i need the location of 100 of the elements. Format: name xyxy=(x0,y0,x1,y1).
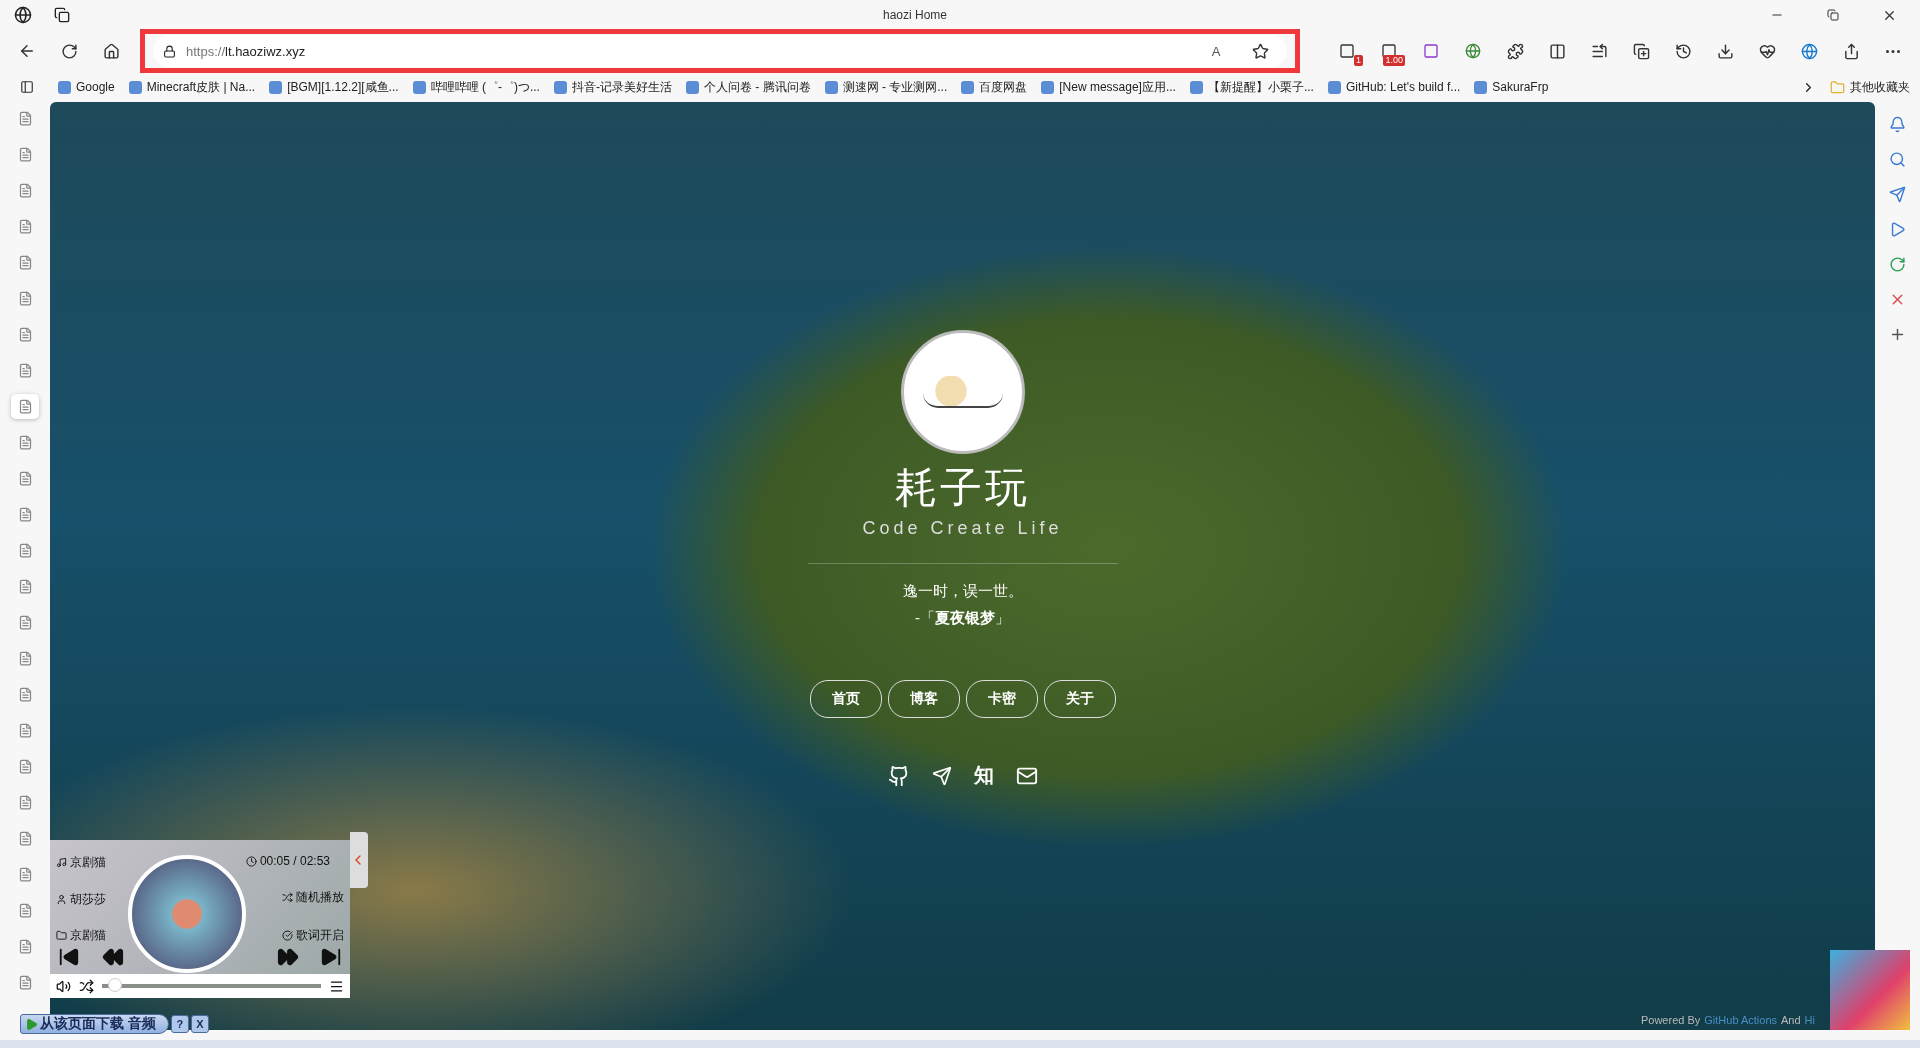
playlist-icon[interactable] xyxy=(329,978,344,994)
favicon-icon xyxy=(412,80,426,94)
skip-forward-icon[interactable] xyxy=(320,946,342,968)
page-icon xyxy=(17,147,33,162)
bookmark-link[interactable]: Google xyxy=(58,80,115,94)
share-icon xyxy=(1842,42,1860,60)
tab-actions-icon xyxy=(54,7,70,23)
shuffle-icon[interactable] xyxy=(79,978,94,994)
favicon-icon xyxy=(824,80,838,94)
play-time: 00:05 / 02:53 xyxy=(245,854,330,868)
search-icon xyxy=(1889,151,1906,168)
volume-icon[interactable] xyxy=(56,978,71,994)
performance-icon xyxy=(1758,42,1776,60)
page-icon xyxy=(17,327,33,342)
bookmark-link[interactable]: 抖音-记录美好生活 xyxy=(553,78,672,96)
page-icon xyxy=(17,723,33,738)
browser-icon xyxy=(1800,42,1818,60)
nav-button[interactable]: 首页 xyxy=(809,680,882,718)
check-icon xyxy=(282,930,293,941)
bookmark-link[interactable]: [BGM][1.12.2][咸鱼... xyxy=(269,78,399,96)
progress-thumb[interactable] xyxy=(108,978,123,992)
fast-forward-icon[interactable] xyxy=(276,946,299,968)
page-icon xyxy=(17,795,33,810)
play-mode[interactable]: 随机播放 xyxy=(282,889,344,906)
bookmark-link[interactable]: [New message]应用... xyxy=(1041,78,1176,96)
bookmark-link[interactable]: GitHub: Let's build f... xyxy=(1327,80,1461,94)
rewind-icon[interactable] xyxy=(101,946,124,968)
download-button[interactable]: 从该页面下载 音频 xyxy=(20,1014,169,1034)
send-icon xyxy=(1889,186,1906,203)
page-icon xyxy=(17,507,33,522)
favicon-icon xyxy=(1041,80,1055,94)
page-icon xyxy=(17,831,33,846)
nav-button[interactable]: 关于 xyxy=(1043,680,1116,718)
page-icon xyxy=(17,111,33,126)
favicon-icon xyxy=(1474,80,1488,94)
player-toggle[interactable] xyxy=(350,832,368,888)
favorite-icon xyxy=(1251,42,1269,60)
extension-button[interactable]: 1.00 xyxy=(1372,35,1406,67)
favicon-icon xyxy=(128,80,142,94)
folder-icon xyxy=(1830,79,1845,95)
footer-link[interactable]: GitHub Actions xyxy=(1704,1014,1778,1026)
refresh-icon xyxy=(60,42,78,60)
bookmark-link[interactable]: 个人问卷 - 腾讯问卷 xyxy=(685,78,811,96)
profile-icon xyxy=(14,6,32,24)
page-icon xyxy=(17,543,33,558)
site-title: 耗子玩 xyxy=(895,463,1030,513)
page-icon xyxy=(17,435,33,450)
close-button[interactable]: X xyxy=(190,1015,209,1033)
skip-back-icon[interactable] xyxy=(58,946,80,968)
zhihu-link[interactable]: 知 xyxy=(973,762,994,789)
bookmark-link[interactable]: SakuraFrp xyxy=(1474,80,1549,94)
collections-icon xyxy=(1632,42,1650,60)
page-icon xyxy=(17,975,33,990)
github-link[interactable] xyxy=(887,764,910,787)
bookmark-folder[interactable]: 其他收藏夹 xyxy=(1830,78,1910,96)
url-text: https://lt.haoziwz.xyz xyxy=(186,43,307,59)
bookmark-link[interactable]: Minecraft皮肤 | Na... xyxy=(128,78,256,96)
shuffle-icon xyxy=(282,892,293,903)
play-icon xyxy=(1889,221,1906,238)
favicon-icon xyxy=(553,80,567,94)
home-icon xyxy=(102,42,120,60)
blog-link[interactable] xyxy=(931,765,952,786)
page-icon xyxy=(17,687,33,702)
page-icon xyxy=(17,651,33,666)
page-icon xyxy=(17,183,33,198)
restore-icon xyxy=(1827,9,1839,21)
lock-icon xyxy=(163,44,176,58)
bookmark-link[interactable]: 【新提醒】小栗子... xyxy=(1189,78,1314,96)
page-icon xyxy=(17,255,33,270)
page-icon xyxy=(17,399,33,414)
bookmark-link[interactable]: 哔哩哔哩 (゜-゜)つ... xyxy=(412,78,540,96)
nav-button[interactable]: 卡密 xyxy=(965,680,1038,718)
downloads-icon xyxy=(1716,42,1734,60)
quote-author: -「夏夜银梦」 xyxy=(915,609,1010,628)
more-icon xyxy=(1886,49,1900,53)
vertical-tab[interactable] xyxy=(11,394,39,419)
tab-panel-icon xyxy=(20,80,34,94)
bookmark-link[interactable]: 测速网 - 专业测网... xyxy=(824,78,948,96)
globe-icon xyxy=(1465,43,1481,59)
window-title: haozi Home xyxy=(882,8,948,22)
artist-name: 胡莎莎 xyxy=(56,890,106,908)
quote-text: 逸一时，误一世。 xyxy=(902,582,1023,601)
address-bar[interactable]: https://lt.haoziwz.xyz A xyxy=(153,35,1287,67)
extension-badge: 1.00 xyxy=(1383,55,1405,66)
folder-icon xyxy=(56,930,67,941)
read-aloud-button[interactable]: A xyxy=(1199,35,1233,67)
page-icon xyxy=(17,615,33,630)
play-icon xyxy=(25,1017,38,1031)
page-icon xyxy=(17,867,33,882)
page-icon xyxy=(17,471,33,486)
song-title: 京剧猫 xyxy=(56,854,106,871)
page-icon xyxy=(17,291,33,306)
page-icon xyxy=(17,219,33,234)
github-icon xyxy=(887,764,910,787)
help-button[interactable]: ? xyxy=(170,1015,189,1033)
add-icon xyxy=(1889,326,1906,343)
nav-button[interactable]: 博客 xyxy=(887,680,960,718)
bookmark-link[interactable]: 百度网盘 xyxy=(961,78,1028,96)
extension-button[interactable]: 1 xyxy=(1330,35,1364,67)
lyrics-toggle[interactable]: 歌词开启 xyxy=(282,927,344,944)
